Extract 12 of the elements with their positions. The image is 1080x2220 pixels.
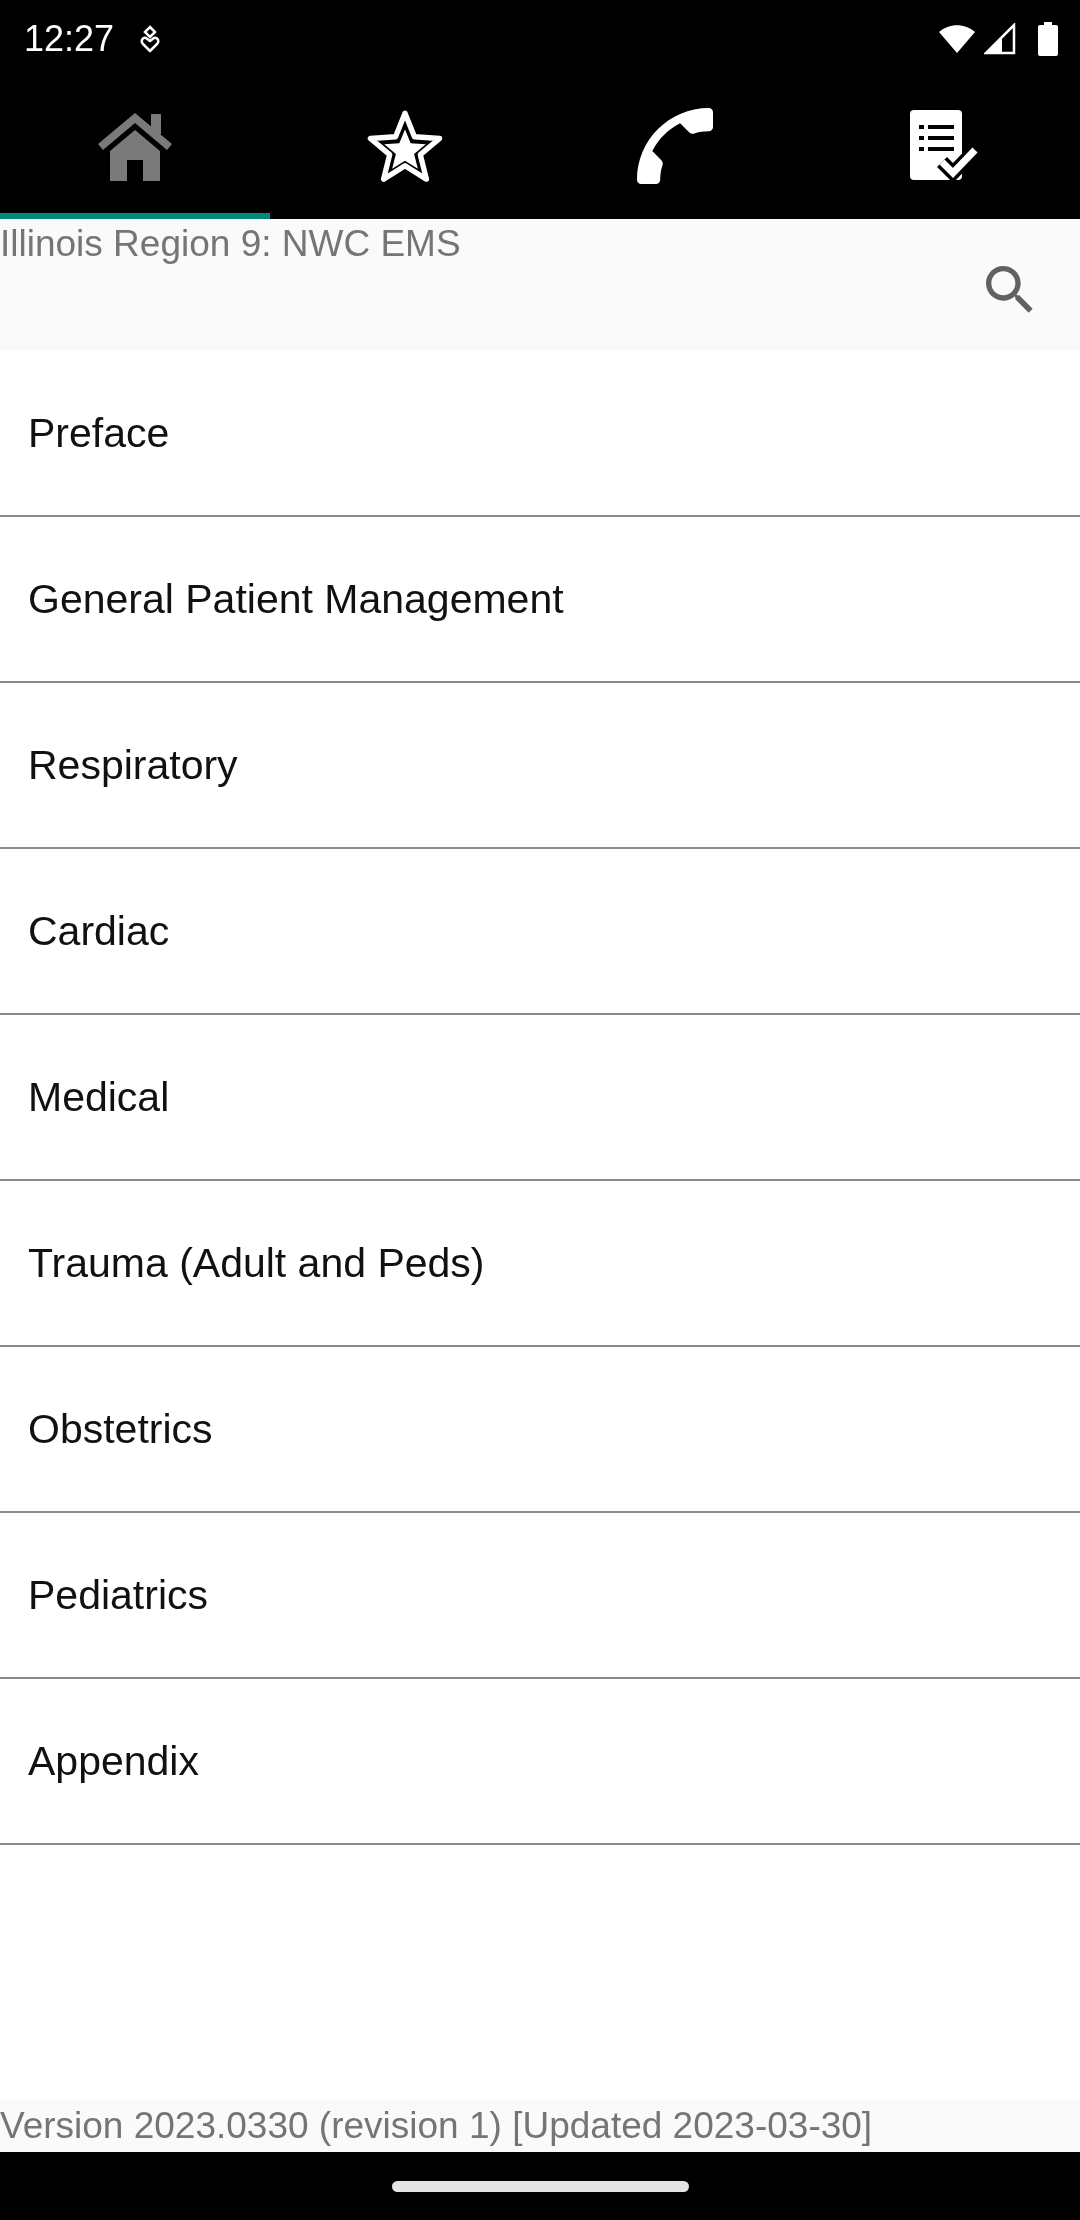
home-icon <box>96 110 174 181</box>
version-text: Version 2023.0330 (revision 1) [Updated 2023-03-30] <box>0 2100 1080 2152</box>
signal-icon <box>984 23 1016 55</box>
wifi-icon <box>938 24 976 54</box>
heart-icon <box>140 25 161 53</box>
search-icon <box>986 266 1034 314</box>
phone-icon <box>637 107 713 184</box>
home-indicator[interactable] <box>391 2180 689 2192</box>
region-title: Illinois Region 9: NWC EMS <box>0 222 461 266</box>
status-time: 12:27 <box>24 19 115 59</box>
battery-icon <box>1038 22 1058 56</box>
search-button[interactable] <box>986 266 1034 314</box>
